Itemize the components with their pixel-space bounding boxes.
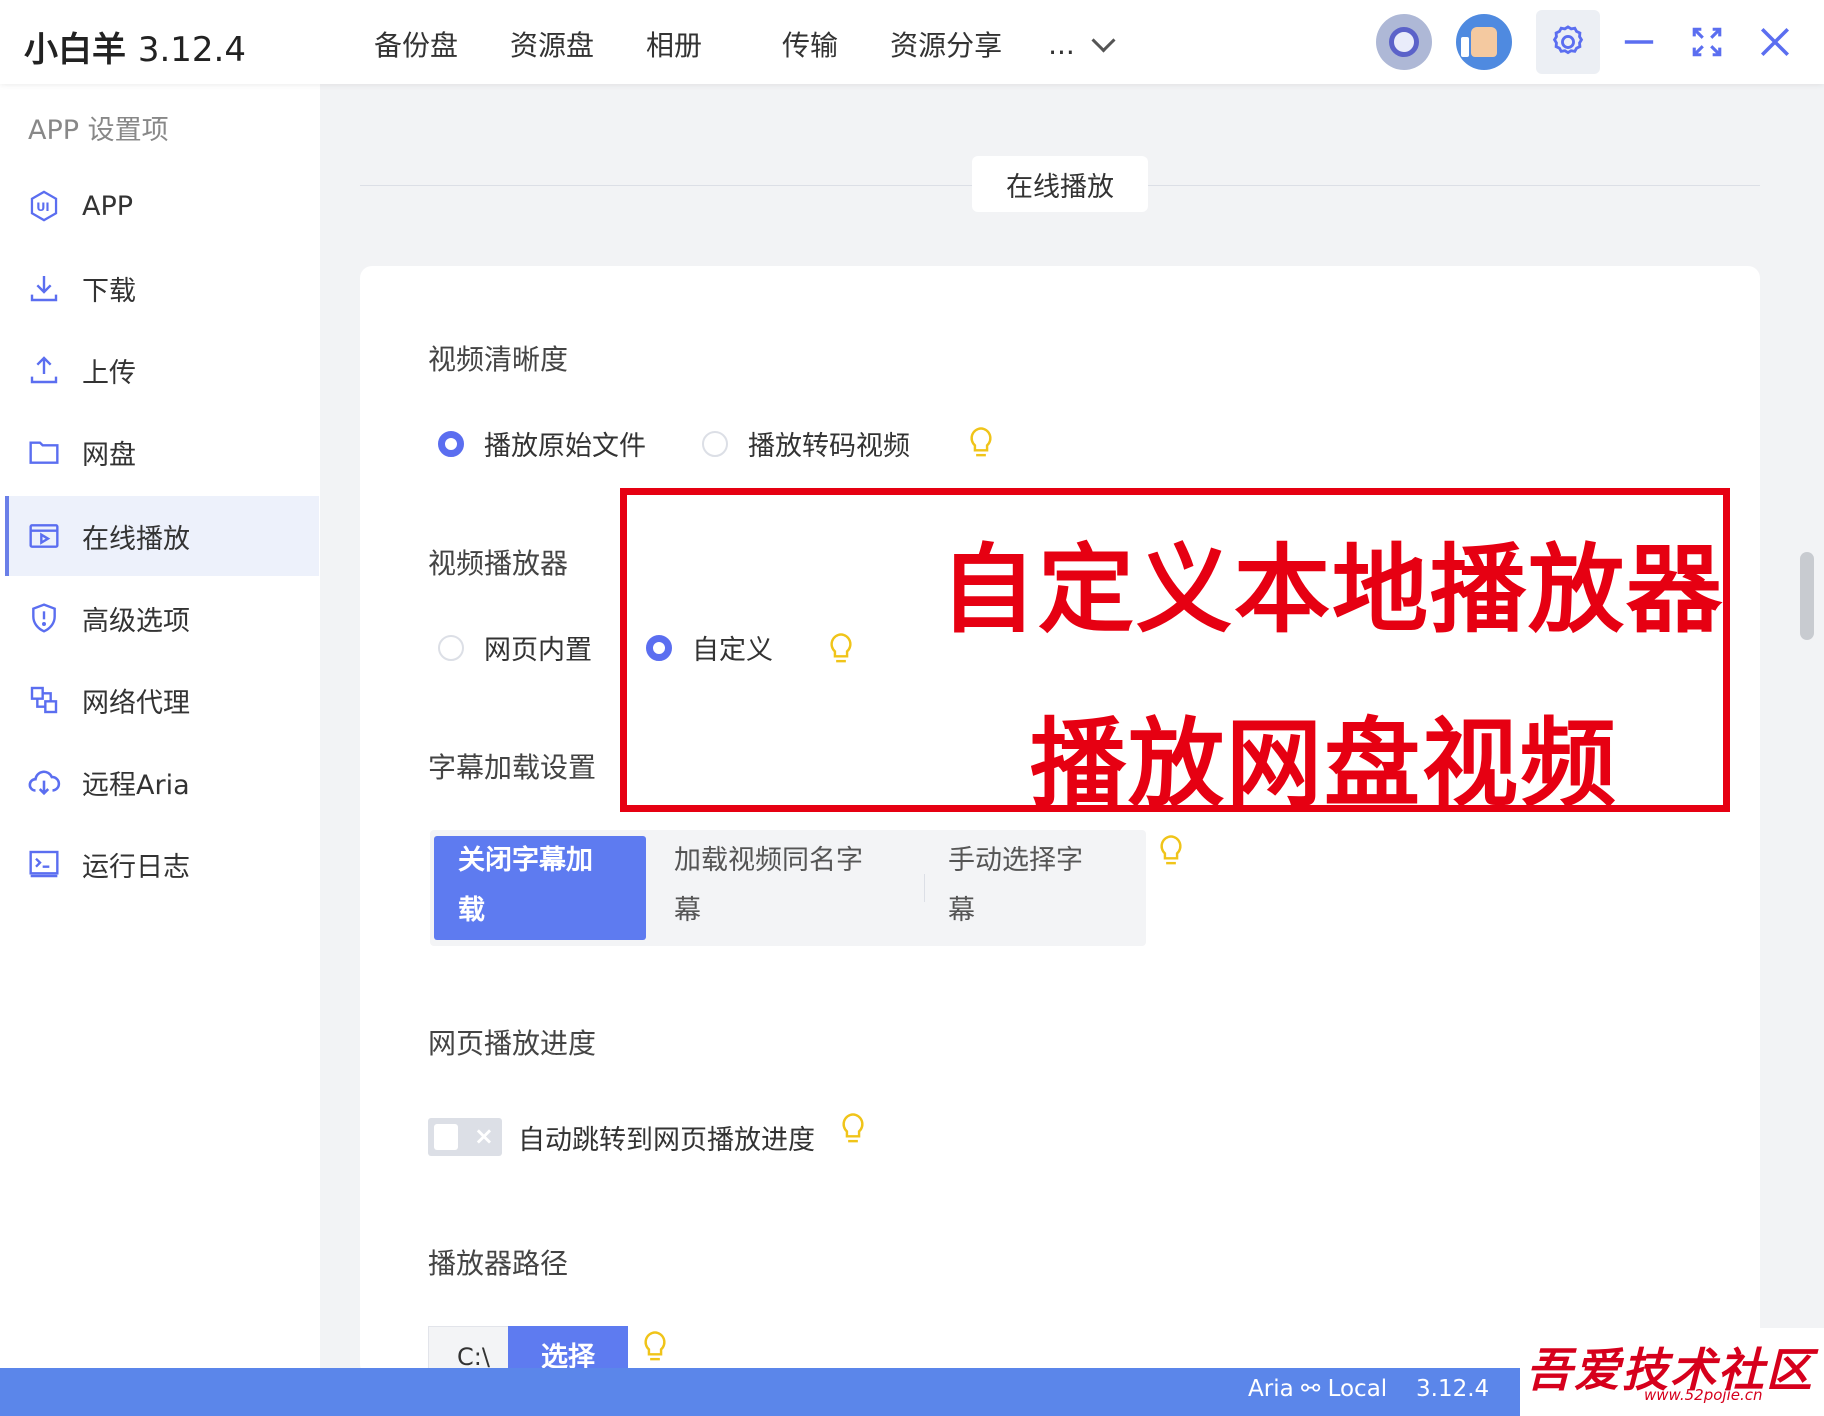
video-player-icon [26,518,62,554]
option-line: 幕 [674,895,701,926]
download-icon [26,270,62,306]
sidebar-item-label: 远程Aria [82,769,190,801]
sidebar-item-label: 在线播放 [82,523,190,555]
lightbulb-icon[interactable] [966,426,996,460]
nav-more-dropdown[interactable]: ... [1048,24,1116,64]
sidebar-item-logs[interactable]: 运行日志 [6,824,316,904]
subtitle-label: 字幕加载设置 [428,751,597,784]
option-line: 手动选择字 [948,845,1083,876]
section-title: 在线播放 [972,156,1148,212]
maximize-icon [1692,27,1722,57]
upload-icon [26,352,62,388]
auto-jump-label: 自动跳转到网页播放进度 [518,1125,815,1156]
chevron-down-icon [1091,27,1116,53]
minimize-icon [1624,40,1654,44]
sidebar-item-advanced[interactable]: 高级选项 [6,578,316,658]
top-nav: 备份盘 资源盘 相册 传输 资源分享 ... [374,24,1116,64]
nav-more-label: ... [1048,27,1075,61]
radio-label: 播放原始文件 [484,431,646,462]
sidebar-item-label: 网络代理 [82,687,190,719]
aria-status: Aria ⚯ Local [1248,1376,1388,1402]
thumbs-up-icon[interactable] [1456,14,1512,70]
radio-dot [702,430,728,457]
ui-badge-icon: UI [26,188,62,224]
player-label: 视频播放器 [428,547,569,580]
annotation-line-2: 播放网盘视频 [1030,708,1618,820]
radio-label: 网页内置 [484,635,592,666]
path-label: 播放器路径 [428,1247,569,1280]
radio-web-builtin[interactable]: 网页内置 [438,628,592,667]
lightbulb-icon[interactable] [640,1330,670,1364]
sidebar-item-label: 高级选项 [82,605,190,637]
watermark-logo: 吾爱技术社区 www.52pojie.cn [1520,1328,1824,1416]
folder-icon [26,434,62,470]
switch-knob [434,1124,458,1150]
radio-original-file[interactable]: 播放原始文件 [438,424,646,463]
lightbulb-icon[interactable] [838,1112,868,1146]
vertical-scrollbar[interactable] [1800,552,1814,640]
app-version: 3.12.4 [137,30,246,70]
close-icon [1760,27,1790,57]
lightbulb-icon[interactable] [1156,834,1186,868]
auto-jump-switch[interactable]: × [428,1118,502,1156]
network-icon [26,682,62,718]
sidebar-item-label: APP [82,190,134,222]
watermark-url: www.52pojie.cn [1644,1386,1763,1404]
sidebar-item-app[interactable]: UI APP [6,166,316,246]
sidebar-item-remote-aria[interactable]: 远程Aria [6,742,316,822]
terminal-icon [26,846,62,882]
sidebar-item-download[interactable]: 下载 [6,248,316,328]
sidebar-item-label: 上传 [82,357,136,389]
nav-album[interactable]: 相册 [646,24,702,64]
app-name: 小白羊 [24,30,126,70]
header-actions [1376,0,1824,84]
option-line: 关闭字幕加 [458,845,593,876]
sidebar-item-upload[interactable]: 上传 [6,330,316,410]
sidebar-item-label: 下载 [82,275,136,307]
close-button[interactable] [1746,13,1804,71]
radio-transcoded-video[interactable]: 播放转码视频 [702,424,910,463]
title-bar: 小白羊 3.12.4 备份盘 资源盘 相册 传输 资源分享 ... [0,0,1824,84]
app-title: 小白羊 3.12.4 [24,22,246,71]
nav-resource-drive[interactable]: 资源盘 [510,24,594,64]
sidebar-item-label: 运行日志 [82,851,190,883]
option-line: 幕 [948,895,975,926]
sidebar-item-proxy[interactable]: 网络代理 [6,660,316,740]
radio-label: 播放转码视频 [748,431,910,462]
subtitle-manual-option[interactable]: 手动选择字 幕 [924,836,1134,940]
subtitle-segmented-control: 关闭字幕加 载 加载视频同名字 幕 手动选择字 幕 [430,830,1146,946]
progress-label: 网页播放进度 [428,1027,597,1060]
switch-off-icon: × [473,1122,494,1150]
radio-dot [438,634,464,661]
nav-transfer[interactable]: 传输 [782,24,838,64]
nav-resource-share[interactable]: 资源分享 [890,24,1002,64]
subtitle-same-name-option[interactable]: 加载视频同名字 幕 [650,836,920,940]
option-line: 加载视频同名字 [674,845,863,876]
sidebar-item-drive[interactable]: 网盘 [6,412,316,492]
cloud-icon [26,764,62,800]
account-avatar-icon[interactable] [1376,14,1432,70]
option-line: 载 [458,895,485,926]
radio-dot [438,430,464,457]
gear-icon [1552,25,1584,55]
settings-button[interactable] [1536,10,1600,74]
sidebar-title: APP 设置项 [28,115,169,146]
sidebar-item-online-play[interactable]: 在线播放 [5,496,319,576]
maximize-button[interactable] [1678,13,1736,71]
settings-sidebar: APP 设置项 UI APP 下载 上传 网盘 在线播放 高级选项 网络代理 远… [0,84,320,1368]
status-version: 3.12.4 [1416,1376,1490,1402]
annotation-line-1: 自定义本地播放器 [940,534,1724,646]
subtitle-off-option[interactable]: 关闭字幕加 载 [434,836,646,940]
sidebar-item-label: 网盘 [82,439,136,471]
shield-icon [26,600,62,636]
clarity-label: 视频清晰度 [428,343,569,376]
minimize-button[interactable] [1610,13,1668,71]
svg-text:UI: UI [36,200,49,214]
nav-backup-drive[interactable]: 备份盘 [374,24,458,64]
